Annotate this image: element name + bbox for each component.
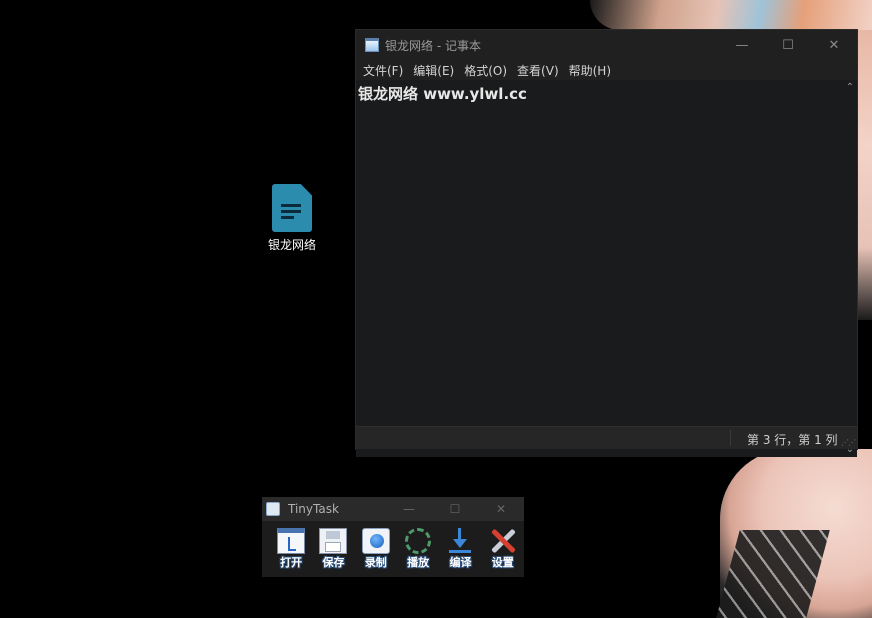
tinytask-app-icon: [266, 502, 280, 516]
tinytask-minimize-button[interactable]: —: [386, 497, 432, 521]
notepad-window: 银龙网络 - 记事本 — ☐ ✕ 文件(F) 编辑(E) 格式(O) 查看(V)…: [356, 30, 857, 457]
open-icon: [277, 528, 306, 554]
settings-label: 设置: [491, 556, 514, 569]
minimize-icon: —: [735, 37, 749, 53]
save-button[interactable]: 保存: [312, 527, 354, 573]
notepad-title: 银龙网络 - 记事本: [385, 38, 481, 53]
compile-button[interactable]: 编译: [439, 527, 481, 573]
notepad-title-bar[interactable]: 银龙网络 - 记事本 — ☐ ✕: [356, 30, 857, 60]
settings-button[interactable]: 设置: [482, 527, 524, 573]
wallpaper-art-top: [590, 0, 872, 30]
resize-grip-icon[interactable]: ⋰⋰: [841, 438, 856, 447]
desktop-icon-document[interactable]: 银龙网络: [262, 182, 322, 253]
play-icon: [405, 528, 432, 554]
open-button[interactable]: 打开: [270, 527, 312, 573]
notepad-app-icon: [365, 38, 379, 52]
document-icon: [272, 184, 312, 232]
minimize-button[interactable]: —: [719, 30, 765, 60]
play-button[interactable]: 播放: [397, 527, 439, 573]
notepad-status-bar: 第 3 行，第 1 列 ⋰⋰: [356, 426, 857, 449]
play-label: 播放: [407, 556, 430, 569]
notepad-content: 银龙网络 www.ylwl.cc: [358, 85, 527, 103]
save-label: 保存: [322, 556, 345, 569]
menu-view[interactable]: 查看(V): [517, 62, 559, 79]
tinytask-toolbar: 打开 保存 录制 播放 编译 设置: [262, 521, 524, 573]
scroll-up-icon[interactable]: ⌃: [843, 82, 857, 93]
tinytask-title: TinyTask: [288, 502, 339, 516]
minimize-icon: —: [403, 502, 415, 516]
compile-icon: [446, 528, 474, 554]
tinytask-close-button[interactable]: ✕: [478, 497, 524, 521]
close-icon: ✕: [495, 502, 507, 516]
notepad-text-area[interactable]: 银龙网络 www.ylwl.cc: [356, 80, 843, 457]
tinytask-window: TinyTask — ☐ ✕ 打开 保存 录制 播放 编译 设置: [262, 497, 524, 577]
save-icon: [319, 528, 348, 554]
status-divider: [730, 430, 731, 446]
menu-edit[interactable]: 编辑(E): [413, 62, 454, 79]
menu-file[interactable]: 文件(F): [363, 62, 403, 79]
cursor-position: 第 3 行，第 1 列: [747, 433, 838, 447]
settings-icon: [489, 528, 517, 554]
desktop-icon-label: 银龙网络: [267, 238, 316, 252]
record-icon: [361, 528, 390, 554]
wallpaper-art-right: [857, 30, 872, 320]
menu-format[interactable]: 格式(O): [464, 62, 507, 79]
maximize-button[interactable]: ☐: [765, 30, 811, 60]
close-button[interactable]: ✕: [811, 30, 857, 60]
record-label: 录制: [364, 556, 387, 569]
notepad-menu-bar: 文件(F) 编辑(E) 格式(O) 查看(V) 帮助(H): [356, 60, 857, 80]
open-label: 打开: [280, 556, 303, 569]
tinytask-maximize-button[interactable]: ☐: [432, 497, 478, 521]
vertical-scrollbar[interactable]: ⌃ ⌄: [843, 80, 857, 457]
record-button[interactable]: 录制: [355, 527, 397, 573]
menu-help[interactable]: 帮助(H): [569, 62, 611, 79]
maximize-icon: ☐: [782, 37, 794, 53]
maximize-icon: ☐: [449, 502, 461, 516]
compile-label: 编译: [449, 556, 472, 569]
close-icon: ✕: [828, 37, 840, 53]
tinytask-title-bar[interactable]: TinyTask — ☐ ✕: [262, 497, 524, 521]
